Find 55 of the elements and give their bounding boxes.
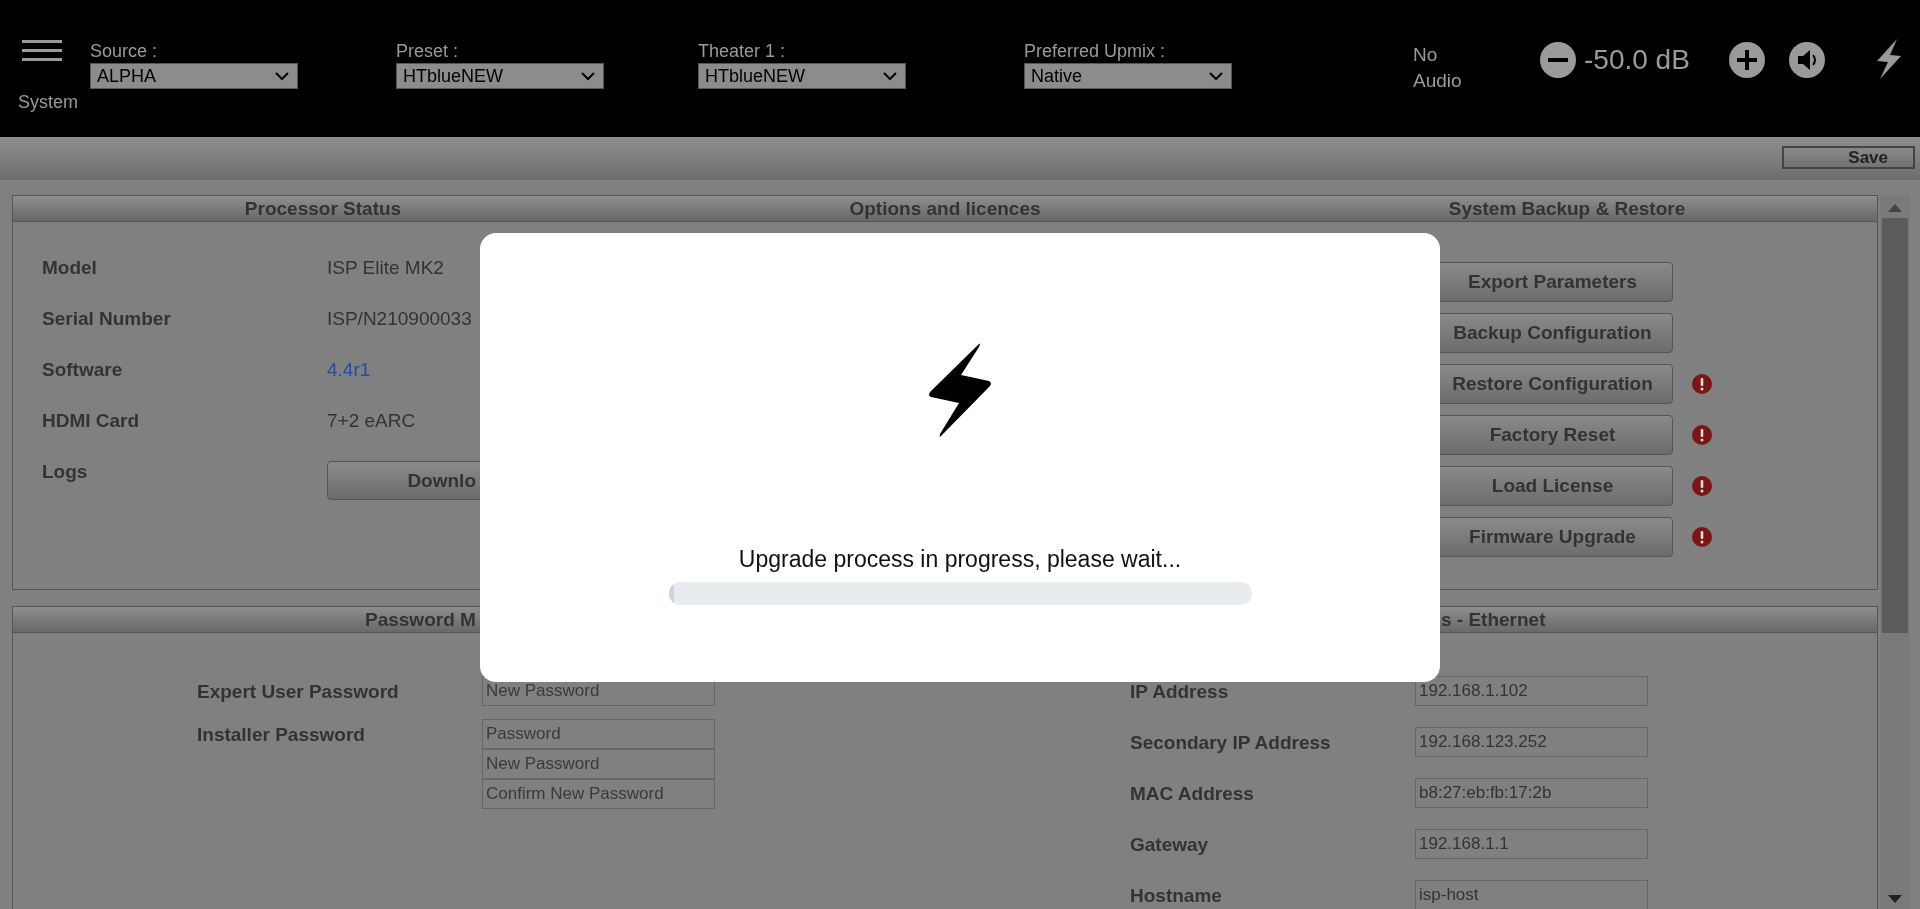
selector-label: Preferred Upmix : <box>1024 40 1167 62</box>
field-value: ISP/N210900033 <box>327 307 472 330</box>
caret-icon <box>883 71 897 81</box>
selector-label: Theater 1 : <box>698 40 787 62</box>
password-field[interactable]: New Password <box>482 749 715 779</box>
version-link[interactable]: 4.4r1 <box>327 358 371 381</box>
save-button[interactable]: Save <box>1782 146 1915 169</box>
field-label: MAC Address <box>1130 782 1255 805</box>
input-field[interactable]: isp-host <box>1415 880 1648 909</box>
selector-label: Source : <box>90 40 159 62</box>
field-label: Model <box>42 256 98 279</box>
field-label: Software <box>42 358 124 381</box>
section-heading: Password M <box>364 608 477 631</box>
download-button[interactable]: Downlo <box>327 461 483 500</box>
field-label: Serial Number <box>42 307 172 330</box>
audio-status: No Audio <box>1413 43 1463 93</box>
bolt-icon <box>927 341 993 439</box>
field-value: ISP Elite MK2 <box>327 256 444 279</box>
field-value: 7+2 eARC <box>327 409 416 432</box>
field-label: Gateway <box>1130 833 1210 856</box>
section-heading: Processor Status <box>243 197 403 220</box>
password-field[interactable]: Confirm New Password <box>482 779 715 809</box>
caret-icon <box>275 71 289 81</box>
input-field[interactable]: 192.168.1.1 <box>1415 829 1648 859</box>
menu-icon[interactable] <box>22 40 62 62</box>
field-label: Logs <box>42 460 89 483</box>
section-heading: Options and licences <box>848 197 1042 220</box>
input-field[interactable]: 192.168.1.102 <box>1415 676 1648 706</box>
bolt-icon[interactable] <box>1874 38 1904 80</box>
field-label: Secondary IP Address <box>1130 731 1332 754</box>
dropdown[interactable]: ALPHA <box>90 63 298 89</box>
caret-icon <box>581 71 595 81</box>
scroll-down-icon[interactable] <box>1888 895 1902 903</box>
selector-label: Preset : <box>396 40 460 62</box>
field-label: Hostname <box>1130 884 1223 907</box>
plus-icon[interactable] <box>1729 42 1765 78</box>
section-heading: System Backup & Restore <box>1447 197 1687 220</box>
menu-label: System <box>18 92 79 113</box>
progress-message: Upgrade process in progress, please wait... <box>738 546 1182 573</box>
section-heading: s - Ethernet <box>1440 608 1547 631</box>
dropdown[interactable]: Native <box>1024 63 1232 89</box>
input-field[interactable]: 192.168.123.252 <box>1415 727 1648 757</box>
input-field[interactable]: b8:27:eb:fb:17:2b <box>1415 778 1648 808</box>
dropdown[interactable]: HTblueNEW <box>698 63 906 89</box>
password-field[interactable]: Password <box>482 719 715 749</box>
field-label: Expert User Password <box>197 680 400 704</box>
field-label: IP Address <box>1130 680 1230 703</box>
volume-reading: -50.0 dB <box>1584 44 1691 76</box>
field-label: Installer Password <box>197 723 366 747</box>
dropdown[interactable]: HTblueNEW <box>396 63 604 89</box>
minus-icon[interactable] <box>1540 42 1576 78</box>
caret-icon <box>1209 71 1223 81</box>
speaker-icon[interactable] <box>1789 42 1825 78</box>
scrollbar[interactable] <box>1880 195 1910 909</box>
field-label: HDMI Card <box>42 409 141 432</box>
